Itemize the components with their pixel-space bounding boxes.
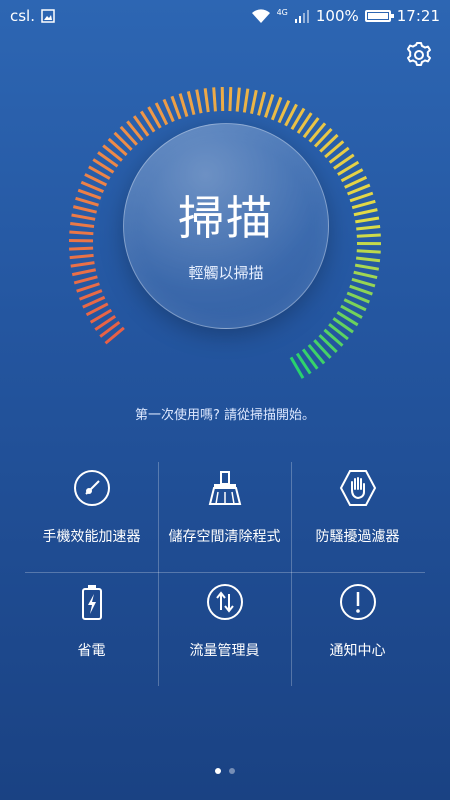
gauge-tick: [347, 183, 371, 196]
gauge-tick: [195, 89, 203, 114]
gauge-tick: [203, 88, 210, 113]
gauge-tick: [242, 88, 250, 113]
tile-label: 手機效能加速器: [42, 529, 141, 545]
gauge-tick: [212, 87, 217, 112]
page-dot[interactable]: [229, 768, 235, 774]
signal-icon: [294, 10, 309, 23]
clock: 17:21: [396, 7, 440, 25]
gauge-tick: [356, 249, 381, 254]
gauge-tick: [250, 89, 258, 114]
wifi-icon: [251, 9, 270, 23]
gauge-tick: [356, 225, 381, 231]
gauge-tick: [264, 94, 275, 118]
image-notification-icon: [41, 9, 55, 23]
gauge-icon: [73, 470, 110, 506]
gauge-tick: [71, 213, 96, 221]
data-arrows-icon: [206, 584, 243, 620]
first-use-hint: 第一次使用嗎? 請從掃描開始。: [134, 408, 316, 423]
gauge-tick: [270, 96, 283, 121]
tile-notification-center[interactable]: 通知中心: [291, 576, 424, 686]
gauge-tick: [71, 268, 97, 277]
gauge-tick: [346, 291, 370, 304]
page-indicator: [0, 768, 450, 774]
tile-label: 儲存空間清除程式: [168, 529, 281, 545]
tile-label: 防騷擾過濾器: [315, 529, 400, 545]
tile-label: 流量管理員: [189, 643, 260, 659]
gauge-tick: [355, 256, 381, 263]
scan-title: 掃描: [178, 191, 274, 245]
gauge-tick: [69, 253, 94, 260]
gauge-tick: [80, 180, 105, 193]
scan-subtitle: 輕觸以掃描: [188, 264, 264, 282]
exclamation-icon: [339, 584, 376, 620]
tile-label: 省電: [77, 643, 106, 659]
carrier-label: csl.: [10, 7, 35, 25]
gauge-tick: [69, 230, 94, 236]
gauge-tick: [76, 282, 100, 293]
gauge-tick: [351, 199, 376, 210]
gauge-tick: [356, 233, 381, 238]
battery-fill: [367, 13, 388, 19]
scan-button[interactable]: 掃描 輕觸以掃描: [123, 123, 329, 329]
gauge-tick: [228, 87, 233, 112]
gauge-tick: [73, 275, 98, 285]
gauge-tick: [186, 91, 196, 116]
gear-icon[interactable]: [404, 40, 434, 70]
gauge-tick: [349, 284, 373, 296]
gauge-tick: [75, 196, 99, 207]
tile-storage-cleaner[interactable]: 儲存空間清除程式: [158, 462, 291, 572]
network-type-label: 4G: [276, 7, 288, 17]
hand-shield-icon: [339, 470, 376, 506]
gauge-tick: [69, 246, 94, 251]
tile-data-manager[interactable]: 流量管理員: [158, 576, 291, 686]
grid-divider: [25, 572, 425, 573]
gauge-tick: [235, 87, 241, 112]
broom-icon: [208, 471, 241, 505]
gauge-tick: [353, 208, 378, 217]
gauge-tick: [70, 221, 95, 228]
gauge-tick: [78, 289, 103, 301]
gauge-tick: [353, 270, 378, 280]
feature-grid: 手機效能加速器 儲存空間清除程式 防騷擾過濾器 省電 流量管理員 通知中心: [25, 462, 425, 686]
gauge-tick: [178, 93, 189, 118]
tile-harassment-filter[interactable]: 防騷擾過濾器: [291, 462, 424, 572]
gauge-tick: [72, 205, 97, 214]
tile-phone-accelerator[interactable]: 手機效能加速器: [25, 462, 158, 572]
gauge-tick: [355, 216, 380, 224]
gauge-tick: [170, 95, 182, 120]
gauge-tick: [349, 191, 374, 203]
battery-percent: 100%: [315, 7, 359, 25]
status-bar: csl. 4G 100% 17:21: [0, 0, 450, 32]
gauge-tick: [354, 263, 380, 271]
page-dot[interactable]: [215, 768, 221, 774]
tile-power-saver[interactable]: 省電: [25, 576, 158, 686]
gauge-tick: [70, 261, 95, 268]
gauge-tick: [162, 98, 175, 123]
tile-label: 通知中心: [329, 643, 386, 659]
gauge-tick: [257, 91, 267, 116]
battery-icon: [81, 585, 102, 620]
battery-icon: [364, 10, 394, 22]
gauge-tick: [351, 277, 376, 288]
gauge-tick: [77, 188, 102, 200]
